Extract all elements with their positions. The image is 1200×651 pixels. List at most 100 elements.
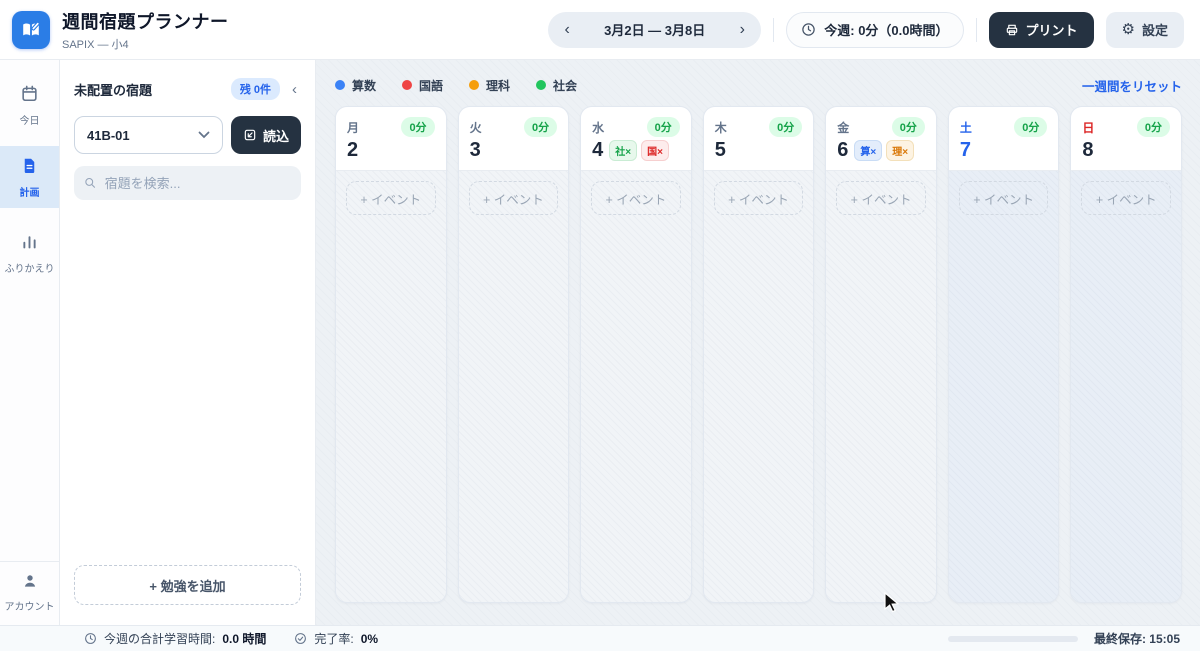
panel-empty-area xyxy=(74,200,301,565)
header: 週間宿題プランナー SAPIX — 小4 ‹ 3月2日 — 3月8日 › 今週:… xyxy=(0,0,1200,60)
day-body: + イベント xyxy=(336,171,446,602)
subject-status-chip[interactable]: 算× xyxy=(854,140,882,161)
day-column-tue: 火0分3 + イベント xyxy=(458,106,570,603)
sidebar-item-account[interactable]: アカウント xyxy=(0,561,59,625)
week-time-label: 今週: 0分（0.0時間） xyxy=(824,20,948,39)
day-body: + イベント xyxy=(704,171,814,602)
next-week-button[interactable]: › xyxy=(727,15,757,45)
day-column-thu: 木0分5 + イベント xyxy=(703,106,815,603)
completion-rate-label: 完了率: xyxy=(314,630,353,647)
search-input[interactable] xyxy=(105,176,291,191)
prev-week-button[interactable]: ‹ xyxy=(552,15,582,45)
day-minutes-badge: 0分 xyxy=(401,117,434,137)
date-range-label: 3月2日 — 3月8日 xyxy=(582,20,727,39)
day-header: 火0分3 xyxy=(459,107,569,171)
legend-dot-icon xyxy=(335,80,345,90)
day-minutes-badge: 0分 xyxy=(647,117,680,137)
load-button[interactable]: 読込 xyxy=(231,116,301,154)
add-study-button[interactable]: + 勉強を追加 xyxy=(74,565,301,605)
bar-chart-icon xyxy=(20,232,39,256)
status-right: 最終保存: 15:05 xyxy=(948,630,1180,647)
add-event-button[interactable]: + イベント xyxy=(469,181,559,215)
document-icon xyxy=(20,156,39,180)
day-header: 土0分7 xyxy=(949,107,1059,171)
day-body: + イベント xyxy=(459,171,569,602)
course-loader-row: 41B-01 読込 xyxy=(74,116,301,154)
day-header: 水0分4社×国× xyxy=(581,107,691,171)
sidebar-item-label: ふりかえり xyxy=(5,260,55,275)
day-of-week-label: 火 xyxy=(470,119,482,136)
add-event-button[interactable]: + イベント xyxy=(1081,181,1171,215)
sidebar-item-review[interactable]: ふりかえり xyxy=(0,222,59,284)
week-grid: 月0分2+ イベント火0分3+ イベント水0分4社×国×+ イベント木0分5+ … xyxy=(335,106,1182,603)
add-event-button[interactable]: + イベント xyxy=(836,181,926,215)
day-date: 3 xyxy=(470,139,481,161)
subject-status-chip[interactable]: 社× xyxy=(609,140,637,161)
legend-label: 国語 xyxy=(419,77,443,94)
status-left: 今週の合計学習時間: 0.0 時間 完了率: 0% xyxy=(84,630,378,647)
subject-legend: 算数 国語 理科 社会 xyxy=(335,77,577,94)
subject-status-chip[interactable]: 理× xyxy=(886,140,914,161)
day-body: + イベント xyxy=(826,171,936,602)
day-date: 5 xyxy=(715,139,726,161)
legend-item: 算数 xyxy=(335,77,376,94)
clock-icon xyxy=(84,632,97,645)
gear-icon: ⚙ xyxy=(1122,22,1135,37)
settings-label: 設定 xyxy=(1142,20,1168,39)
add-event-button[interactable]: + イベント xyxy=(959,181,1049,215)
panel-header: 未配置の宿題 残 0件 ‹ xyxy=(74,78,301,100)
day-date: 2 xyxy=(347,139,358,161)
sidebar-item-today[interactable]: 今日 xyxy=(0,74,59,136)
legend-item: 理科 xyxy=(469,77,510,94)
legend-item: 社会 xyxy=(536,77,577,94)
collapse-panel-button[interactable]: ‹ xyxy=(288,81,301,98)
legend-label: 社会 xyxy=(553,77,577,94)
day-header: 月 0分 2 xyxy=(336,107,446,171)
planner-board: 算数国語理科社会 一週間をリセット 月0分2+ イベント火0分3+ イベント水0… xyxy=(316,60,1200,625)
legend-dot-icon xyxy=(536,80,546,90)
divider xyxy=(976,18,977,42)
day-of-week-label: 日 xyxy=(1082,119,1094,136)
day-column-sat: 土0分7 + イベント xyxy=(948,106,1060,603)
divider xyxy=(773,18,774,42)
page-subtitle: SAPIX — 小4 xyxy=(62,36,229,52)
reset-week-link[interactable]: 一週間をリセット xyxy=(1082,76,1182,95)
chevron-down-icon xyxy=(198,131,210,139)
last-saved-label: 最終保存: 15:05 xyxy=(1094,630,1180,647)
day-header: 金0分6算×理× xyxy=(826,107,936,171)
day-header: 木0分5 xyxy=(704,107,814,171)
day-column-fri: 金0分6算×理× + イベント xyxy=(825,106,937,603)
subject-status-chip[interactable]: 国× xyxy=(641,140,669,161)
clock-icon xyxy=(801,22,816,37)
print-label: プリント xyxy=(1026,20,1078,39)
settings-button[interactable]: ⚙ 設定 xyxy=(1106,12,1184,48)
total-study-time: 今週の合計学習時間: 0.0 時間 xyxy=(84,630,266,647)
status-bar: 今週の合計学習時間: 0.0 時間 完了率: 0% 最終保存: 15:05 xyxy=(0,625,1200,651)
course-select[interactable]: 41B-01 xyxy=(74,116,223,154)
sidebar-item-label: 今日 xyxy=(20,112,40,127)
add-event-button[interactable]: + イベント xyxy=(591,181,681,215)
content-row: 今日計画ふりかえり アカウント 未配置の宿題 残 0件 ‹ 41B-01 xyxy=(0,60,1200,625)
add-event-button[interactable]: + イベント xyxy=(714,181,804,215)
sidebar-item-plan[interactable]: 計画 xyxy=(0,146,59,208)
day-of-week-label: 土 xyxy=(960,119,972,136)
add-event-button[interactable]: + イベント xyxy=(346,181,436,215)
day-column-sun: 日0分8 + イベント xyxy=(1070,106,1182,603)
day-column-wed: 水0分4社×国×+ イベント xyxy=(580,106,692,603)
print-button[interactable]: プリント xyxy=(989,12,1094,48)
day-header: 日0分8 xyxy=(1071,107,1181,171)
remaining-count-badge: 残 0件 xyxy=(231,78,280,100)
day-minutes-badge: 0分 xyxy=(892,117,925,137)
user-icon xyxy=(21,572,39,595)
sidebar-item-label: 計画 xyxy=(20,184,40,199)
homework-search xyxy=(74,166,301,200)
day-of-week-label: 月 xyxy=(347,119,359,136)
panel-title: 未配置の宿題 xyxy=(74,80,223,99)
unassigned-homework-panel: 未配置の宿題 残 0件 ‹ 41B-01 読込 + 勉強を追加 xyxy=(60,60,316,625)
legend-label: 算数 xyxy=(352,77,376,94)
total-study-time-label: 今週の合計学習時間: xyxy=(104,630,215,647)
brand: 週間宿題プランナー SAPIX — 小4 xyxy=(12,8,229,52)
day-of-week-label: 水 xyxy=(592,119,604,136)
board-toolbar: 算数 国語 理科 社会 一週間をリセット xyxy=(335,74,1182,96)
completion-rate-value: 0% xyxy=(361,632,378,646)
